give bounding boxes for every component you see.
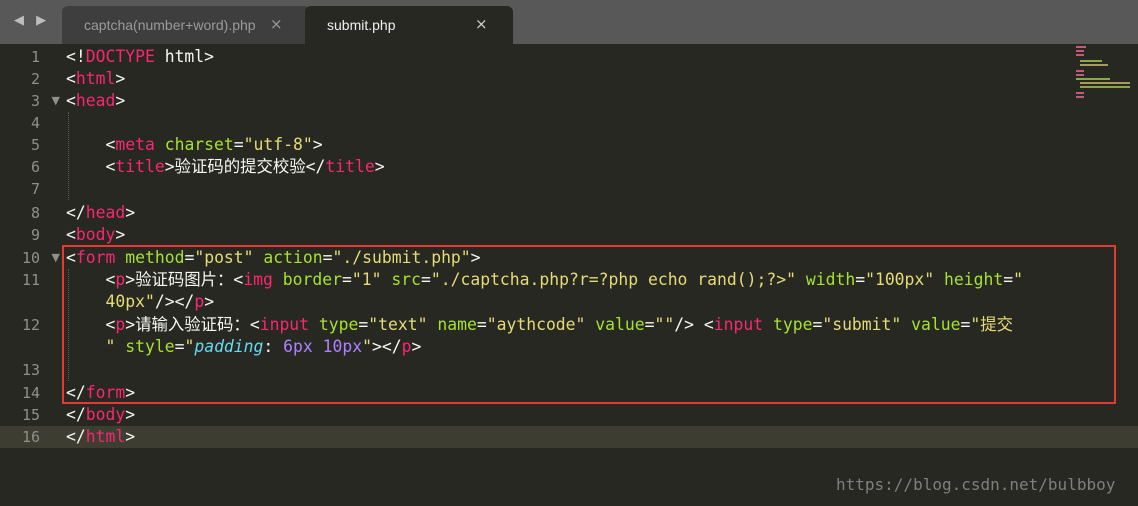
gutter-row: 15: [0, 404, 60, 426]
fold-arrow-icon[interactable]: ▼: [52, 247, 60, 269]
code-line-9: <body>: [66, 225, 126, 244]
gutter-row: 14: [0, 382, 60, 404]
line-number: 12: [21, 316, 40, 334]
minimap[interactable]: [1072, 44, 1138, 104]
fold-arrow-icon[interactable]: ▼: [52, 90, 60, 112]
code-line-3: <head>: [66, 91, 126, 110]
line-number: 16: [21, 428, 40, 446]
gutter-row: 6: [0, 156, 60, 178]
minimap-line: [1080, 82, 1130, 84]
line-number: 5: [30, 136, 40, 154]
gutter-row: 13: [0, 359, 60, 381]
gutter-row: 16: [0, 426, 60, 448]
gutter-row: 5: [0, 134, 60, 156]
code-line-6: <title>验证码的提交校验</title>: [66, 157, 385, 176]
line-number: 13: [21, 361, 40, 379]
tab-bar: ◀ ▶ captcha(number+word).php × submit.ph…: [0, 0, 1138, 44]
line-number: 11: [21, 271, 40, 289]
line-number: 1: [30, 48, 40, 66]
gutter-row: 9: [0, 224, 60, 246]
line-number: 8: [30, 204, 40, 222]
minimap-line: [1080, 60, 1102, 62]
minimap-line: [1076, 96, 1084, 98]
code-line-5: <meta charset="utf-8">: [66, 135, 323, 154]
minimap-line: [1076, 92, 1084, 94]
minimap-line: [1080, 86, 1130, 88]
watermark: https://blog.csdn.net/bulbboy: [836, 475, 1116, 494]
code-line-16: </html>: [66, 427, 136, 446]
tab-label: submit.php: [327, 17, 396, 33]
line-number: 10: [21, 249, 40, 267]
code-line-15: </body>: [66, 405, 136, 424]
close-icon[interactable]: ×: [270, 15, 283, 33]
gutter-row: 10 ▼: [0, 247, 60, 269]
code-line-8: </head>: [66, 203, 136, 222]
code-line-1: <!DOCTYPE html>: [66, 47, 215, 66]
line-number: 15: [21, 406, 40, 424]
current-line-highlight: [0, 426, 1138, 448]
line-number: 14: [21, 384, 40, 402]
gutter-row: 12: [0, 314, 60, 336]
minimap-line: [1076, 74, 1084, 76]
minimap-line: [1080, 64, 1108, 66]
line-number: 3: [30, 92, 40, 110]
minimap-line: [1076, 78, 1110, 80]
gutter-row: 1: [0, 46, 60, 68]
gutter-row: 11: [0, 269, 60, 291]
tab-captcha[interactable]: captcha(number+word).php ×: [62, 6, 310, 44]
line-number: 2: [30, 70, 40, 88]
minimap-line: [1076, 70, 1084, 72]
highlight-box: [62, 245, 1116, 404]
line-number: 4: [30, 114, 40, 132]
gutter-row: 7: [0, 178, 60, 200]
gutter-row: 4: [0, 112, 60, 134]
tab-nav-arrows[interactable]: ◀ ▶: [14, 13, 50, 28]
line-number: 6: [30, 158, 40, 176]
minimap-line: [1076, 50, 1084, 52]
minimap-line: [1076, 54, 1084, 56]
tab-submit[interactable]: submit.php ×: [305, 6, 513, 44]
line-number: 7: [30, 180, 40, 198]
close-icon[interactable]: ×: [475, 15, 488, 33]
gutter-row: 2: [0, 68, 60, 90]
tab-label: captcha(number+word).php: [84, 17, 256, 33]
gutter-row: 3 ▼: [0, 90, 60, 112]
minimap-line: [1076, 46, 1086, 48]
code-line-2: <html>: [66, 69, 126, 88]
gutter-row: 8: [0, 202, 60, 224]
line-number: 9: [30, 226, 40, 244]
